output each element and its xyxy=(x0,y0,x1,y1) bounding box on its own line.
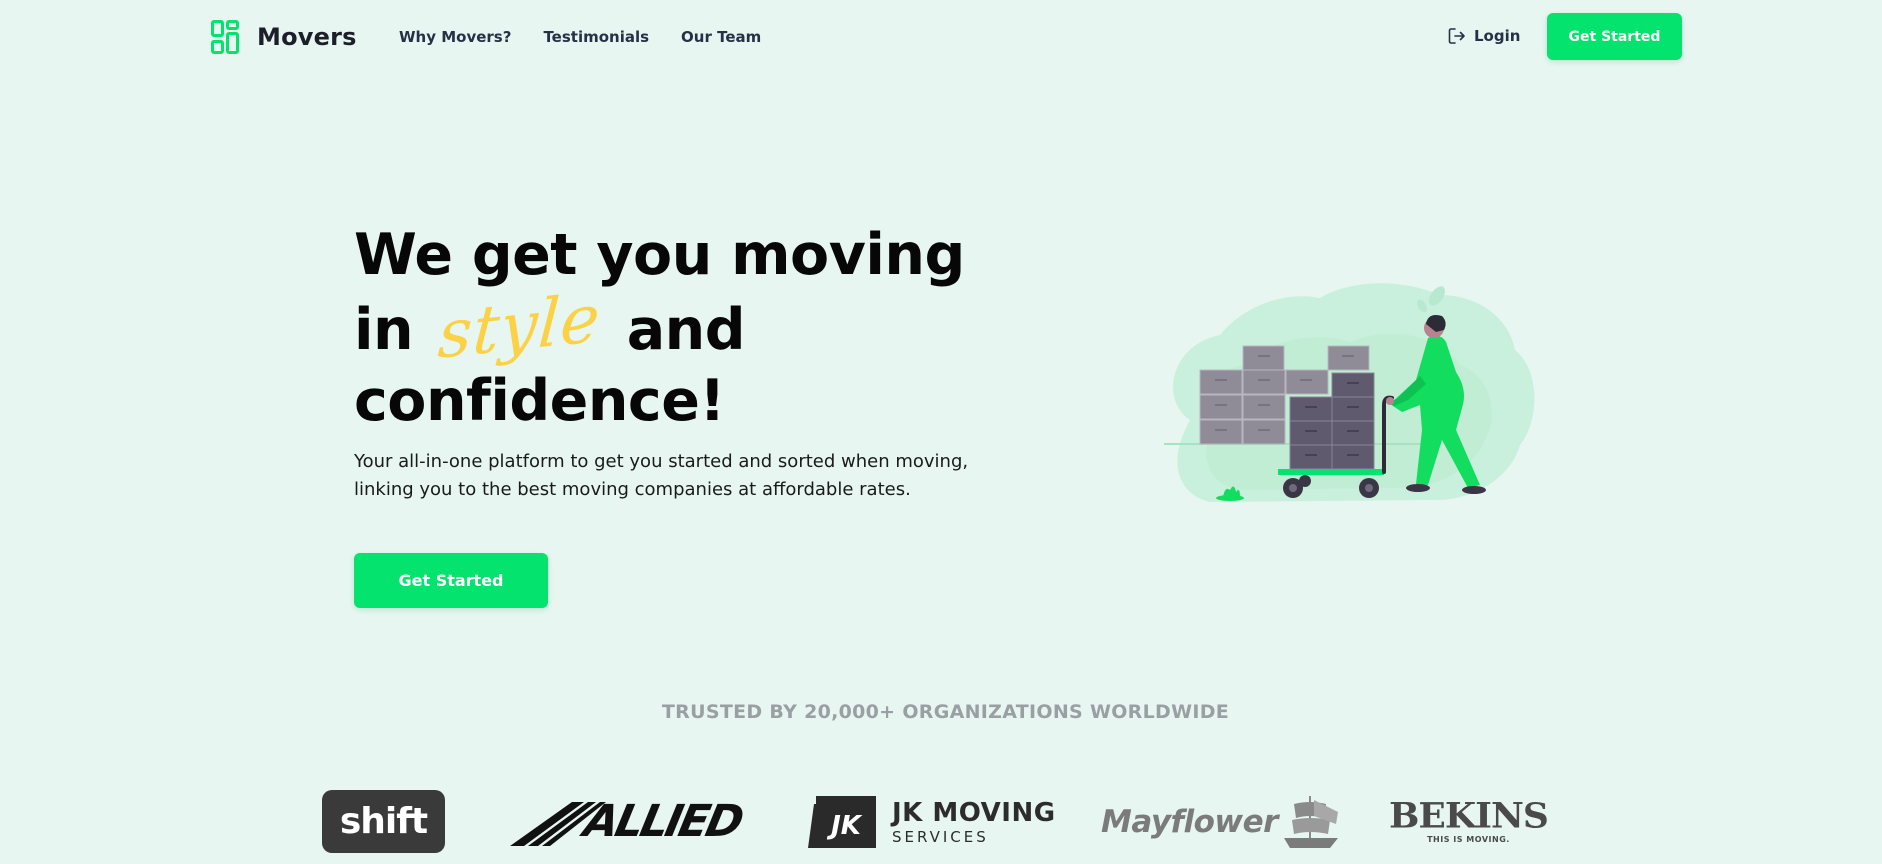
login-link[interactable]: Login xyxy=(1448,27,1520,45)
top-navigation: Movers Why Movers? Testimonials Our Team… xyxy=(0,0,1882,74)
login-arrow-icon xyxy=(1448,28,1465,44)
hero-title: We get you moving in style and confidenc… xyxy=(354,220,1054,437)
hero-get-started-button[interactable]: Get Started xyxy=(354,553,548,608)
nav-get-started-button[interactable]: Get Started xyxy=(1547,13,1682,60)
logo-jk-moving: JK JK MOVING SERVICES xyxy=(806,792,1056,852)
logo-bekins-text: BEKINS xyxy=(1389,796,1549,836)
nav-links: Why Movers? Testimonials Our Team xyxy=(399,28,761,46)
logo-shift: shift xyxy=(322,790,445,853)
hero-title-line-1: We get you moving xyxy=(354,222,965,288)
nav-link-testimonials[interactable]: Testimonials xyxy=(543,28,649,46)
jk-badge-icon: JK xyxy=(806,792,882,852)
brand-name: Movers xyxy=(257,23,357,51)
logo-bekins: BEKINS THIS IS MOVING. xyxy=(1389,796,1549,844)
jk-top-text: JK MOVING xyxy=(892,797,1056,828)
hero-subtitle-line-2: linking you to the best moving companies… xyxy=(354,479,911,500)
logo-mayflower: Mayflower xyxy=(1101,794,1342,850)
login-label: Login xyxy=(1474,27,1521,45)
partner-logos: shift ALLIED JK JK MOVING SERVICES Mayfl… xyxy=(0,784,1882,864)
jk-bottom-text: SERVICES xyxy=(892,827,989,846)
hero-title-in: in xyxy=(354,297,414,363)
hero-subtitle-line-1: Your all-in-one platform to get you star… xyxy=(354,451,969,472)
hero-title-and: and xyxy=(626,297,746,363)
logo-allied: ALLIED xyxy=(508,794,745,850)
logo-mayflower-text: Mayflower xyxy=(1101,804,1278,840)
trusted-heading: TRUSTED BY 20,000+ ORGANIZATIONS WORLDWI… xyxy=(661,701,1230,723)
nav-link-why-movers[interactable]: Why Movers? xyxy=(399,28,511,46)
nav-link-our-team[interactable]: Our Team xyxy=(681,28,761,46)
hero-title-accent: style xyxy=(436,278,604,375)
hero-title-line-3: confidence! xyxy=(354,368,725,434)
ship-icon xyxy=(1283,796,1338,848)
mover-pushing-cart-illustration xyxy=(1164,283,1535,502)
grid-logo-icon xyxy=(211,20,239,54)
hero-title-line-2: in style and xyxy=(354,279,1054,374)
logo-allied-text: ALLIED xyxy=(579,796,746,847)
logo-shift-text: shift xyxy=(339,801,428,842)
hero-subtitle: Your all-in-one platform to get you star… xyxy=(354,448,994,504)
logo-bekins-tagline: THIS IS MOVING. xyxy=(1427,835,1510,844)
brand[interactable]: Movers xyxy=(211,20,357,54)
jk-words: JK MOVING SERVICES xyxy=(892,800,1056,845)
jk-initials: JK xyxy=(826,811,863,841)
